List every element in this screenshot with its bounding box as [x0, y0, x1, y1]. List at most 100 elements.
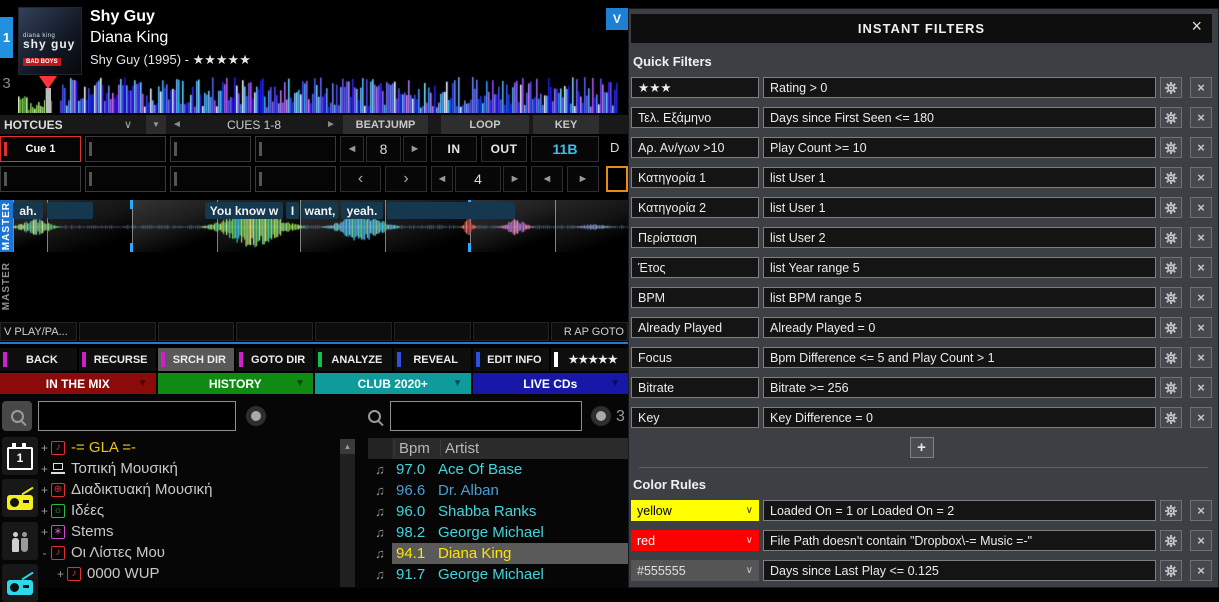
filter-settings-button[interactable]	[1160, 227, 1182, 248]
filter-name-field[interactable]: Έτος	[631, 257, 759, 278]
tracklist-search-led-button[interactable]	[591, 406, 611, 426]
playlist-tab[interactable]: LIVE CDs ▼	[473, 373, 629, 394]
loop-out-button[interactable]: OUT	[481, 136, 527, 162]
filter-settings-button[interactable]	[1160, 257, 1182, 278]
filter-settings-button[interactable]	[1160, 137, 1182, 158]
filter-settings-button[interactable]	[1160, 287, 1182, 308]
filter-rule-field[interactable]: list Year range 5	[763, 257, 1156, 278]
filter-delete-button[interactable]: ×	[1190, 197, 1212, 218]
tab-chevron-icon[interactable]: ▼	[453, 378, 463, 389]
deck-number-badge[interactable]: 1	[0, 17, 13, 58]
expand-icon[interactable]: +	[38, 504, 51, 518]
color-delete-button[interactable]: ×	[1190, 530, 1212, 551]
sideview-radio-cyan-button[interactable]	[2, 564, 38, 602]
track-row[interactable]: ♫ 96.6 Dr. Alban	[368, 480, 628, 501]
filter-settings-button[interactable]	[1160, 197, 1182, 218]
filter-settings-button[interactable]	[1160, 167, 1182, 188]
folder-scrollbar[interactable]: ▲	[340, 439, 355, 587]
bpm-column-header[interactable]: Bpm	[394, 440, 440, 457]
folder-item[interactable]: + ⊕ Διαδικτυακή Μουσική	[38, 479, 338, 500]
key-down-button[interactable]: ◄	[531, 166, 563, 192]
filter-rule-field[interactable]: Bitrate >= 256	[763, 377, 1156, 398]
filter-delete-button[interactable]: ×	[1190, 137, 1212, 158]
hotcue-5-button[interactable]	[0, 166, 81, 192]
color-rule-field[interactable]: Loaded On = 1 or Loaded On = 2	[763, 500, 1156, 521]
filter-settings-button[interactable]	[1160, 377, 1182, 398]
sideview-wedding-button[interactable]	[2, 522, 38, 560]
color-select[interactable]: #555555 ∨	[631, 560, 759, 581]
browser-button[interactable]: ★★★★★	[551, 348, 628, 371]
scroll-up-icon[interactable]: ▲	[340, 439, 355, 454]
deck1-scrolling-waveform[interactable]: ah. You know w I want, yeah. MASTER	[0, 200, 628, 252]
filter-delete-button[interactable]: ×	[1190, 377, 1212, 398]
browser-button[interactable]: RECURSE	[79, 348, 156, 371]
filter-settings-button[interactable]	[1160, 407, 1182, 428]
pad-2[interactable]	[79, 322, 156, 341]
pad-3[interactable]	[158, 322, 235, 341]
tracklist-header[interactable]: Bpm Artist	[368, 438, 628, 459]
filter-delete-button[interactable]: ×	[1190, 227, 1212, 248]
filter-rule-field[interactable]: Play Count >= 10	[763, 137, 1156, 158]
filter-delete-button[interactable]: ×	[1190, 107, 1212, 128]
add-filter-button[interactable]: +	[910, 437, 934, 458]
track-row[interactable]: ♫ 94.1 Diana King	[368, 543, 628, 564]
folder-search-button[interactable]	[2, 401, 32, 431]
browser-button[interactable]: GOTO DIR	[236, 348, 313, 371]
filter-delete-button[interactable]: ×	[1190, 257, 1212, 278]
playlist-tab[interactable]: HISTORY ▼	[158, 373, 314, 394]
filter-name-field[interactable]: Already Played	[631, 317, 759, 338]
deck1-master-tab[interactable]: MASTER	[0, 200, 13, 252]
track-row[interactable]: ♫ 98.2 George Michael	[368, 522, 628, 543]
loop-in-button[interactable]: IN	[431, 136, 477, 162]
tracklist-search-input[interactable]	[390, 401, 582, 431]
hotcue-6-button[interactable]	[85, 166, 166, 192]
browser-button[interactable]: REVEAL	[394, 348, 471, 371]
loop-double-button[interactable]: ►	[503, 166, 527, 192]
v-badge[interactable]: V	[606, 8, 628, 30]
filter-rule-field[interactable]: list User 1	[763, 197, 1156, 218]
filter-rule-field[interactable]: Key Difference = 0	[763, 407, 1156, 428]
folder-item[interactable]: + Τοπική Μουσική	[38, 458, 338, 479]
cues-next-icon[interactable]: ►	[326, 115, 336, 134]
expand-icon[interactable]: +	[38, 525, 51, 539]
hotcue-4-button[interactable]	[255, 136, 336, 162]
hotcue-3-button[interactable]	[170, 136, 251, 162]
track-row[interactable]: ♫ 96.0 Shabba Ranks	[368, 501, 628, 522]
hotcue-7-button[interactable]	[170, 166, 251, 192]
filter-name-field[interactable]: Κατηγορία 1	[631, 167, 759, 188]
filter-name-field[interactable]: Focus	[631, 347, 759, 368]
pad-6[interactable]	[394, 322, 471, 341]
filter-rule-field[interactable]: Days since First Seen <= 180	[763, 107, 1156, 128]
deck2-master-tab[interactable]: MASTER	[0, 257, 13, 315]
filter-name-field[interactable]: Αρ. Αν/γων >10	[631, 137, 759, 158]
filter-name-field[interactable]: Τελ. Εξάμηνο	[631, 107, 759, 128]
hotcue-1-button[interactable]: Cue 1	[0, 136, 81, 162]
hotcues-chevron-icon[interactable]: ∨	[124, 115, 132, 134]
deck2-scrolling-waveform[interactable]: MASTER	[0, 255, 628, 317]
color-settings-button[interactable]	[1160, 560, 1182, 581]
filter-delete-button[interactable]: ×	[1190, 317, 1212, 338]
sideview-calendar-button[interactable]: 1	[2, 437, 38, 475]
color-settings-button[interactable]	[1160, 500, 1182, 521]
folder-item[interactable]: + ∗ Stems	[38, 521, 338, 542]
key-up-button[interactable]: ►	[567, 166, 599, 192]
beatjump-back-button[interactable]: ‹	[340, 166, 381, 192]
cues-prev-icon[interactable]: ◄	[172, 115, 182, 134]
filter-name-field[interactable]: Key	[631, 407, 759, 428]
track-row[interactable]: ♫ 91.7 George Michael	[368, 564, 628, 585]
playlist-tab[interactable]: CLUB 2020+ ▼	[315, 373, 471, 394]
tracklist-search-icon[interactable]	[368, 410, 381, 423]
filter-rule-field[interactable]: list User 1	[763, 167, 1156, 188]
sideview-radio-yellow-button[interactable]	[2, 479, 38, 517]
expand-icon[interactable]: +	[38, 462, 51, 476]
filter-name-field[interactable]: Περίσταση	[631, 227, 759, 248]
track-row[interactable]: ♫ 97.0 Ace Of Base	[368, 459, 628, 480]
browser-button[interactable]: SRCH DIR	[158, 348, 235, 371]
browser-button[interactable]: ANALYZE	[315, 348, 392, 371]
hotcues-dropdown-button[interactable]: ▼	[146, 115, 166, 134]
filter-rule-field[interactable]: Rating > 0	[763, 77, 1156, 98]
filter-delete-button[interactable]: ×	[1190, 407, 1212, 428]
expand-icon[interactable]: +	[38, 483, 51, 497]
pad-5[interactable]	[315, 322, 392, 341]
filter-name-field[interactable]: Κατηγορία 2	[631, 197, 759, 218]
